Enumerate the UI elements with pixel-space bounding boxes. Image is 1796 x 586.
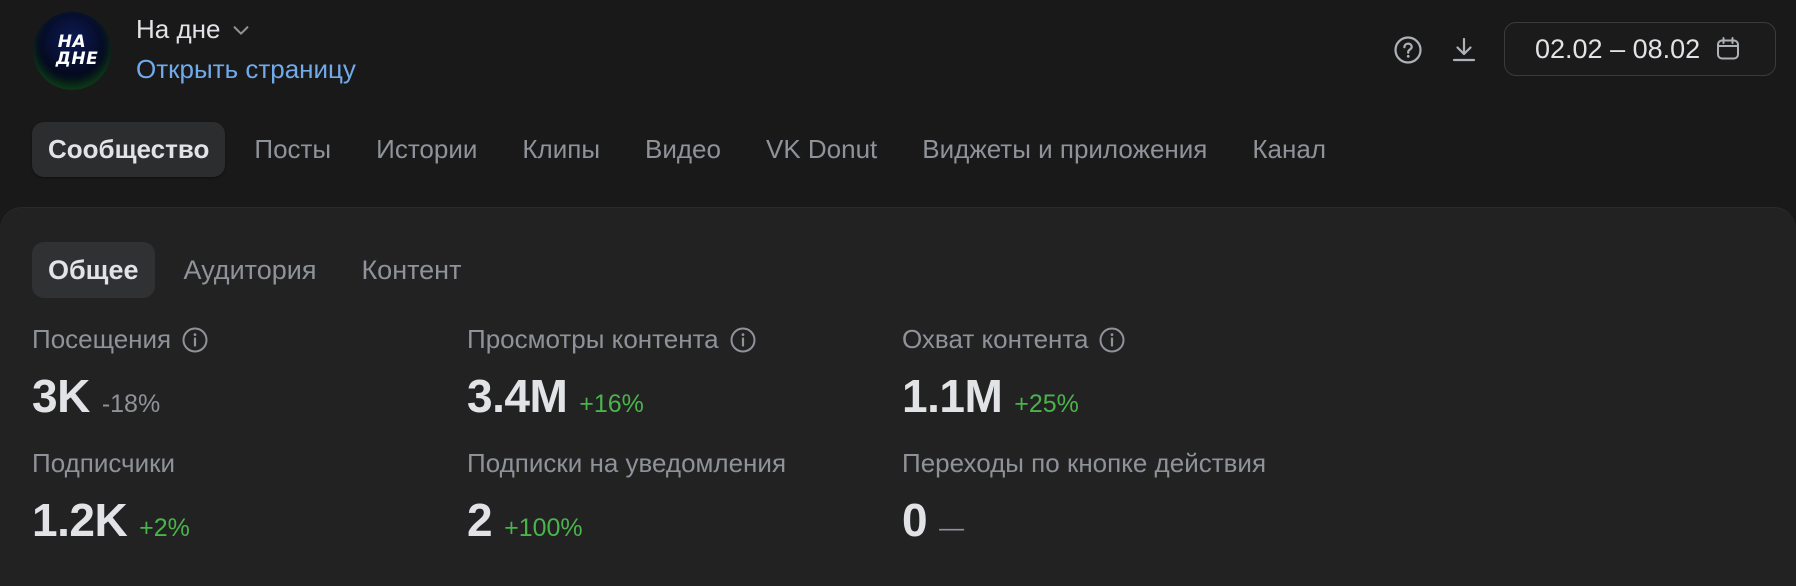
metric-content-reach: Охват контента 1.1M +25% [902, 324, 1126, 423]
stats-subtabs: Общее Аудитория Контент [32, 242, 490, 298]
metric-notification-subscriptions: Подписки на уведомления 2 +100% [467, 448, 786, 547]
metric-delta: +25% [1014, 390, 1079, 418]
avatar-text-line2: ДНЕ [55, 49, 99, 69]
metric-content-views: Просмотры контента 3.4M +16% [467, 324, 757, 423]
metric-label: Подписчики [32, 448, 176, 478]
info-icon[interactable] [181, 326, 209, 354]
metric-action-button-clicks: Переходы по кнопке действия 0 — [902, 448, 1266, 547]
chevron-down-icon [234, 25, 249, 35]
metric-value: 1.2K [32, 494, 128, 546]
metric-value: 0 [902, 494, 928, 546]
section-tabs: Сообщество Посты Истории Клипы Видео VK … [32, 122, 1355, 177]
metric-value: 3K [32, 370, 90, 422]
tab-channel[interactable]: Канал [1236, 122, 1342, 177]
help-button[interactable] [1390, 32, 1426, 68]
help-circle-icon [1394, 36, 1422, 64]
stats-page: НА ДНЕ На дне Открыть страницу 02.02 – 0… [0, 0, 1796, 586]
metric-label: Посещения [32, 324, 172, 354]
group-switcher[interactable]: На дне [136, 14, 252, 45]
metric-delta: +16% [579, 390, 644, 418]
tab-clips[interactable]: Клипы [506, 122, 616, 177]
metric-value: 3.4M [467, 370, 568, 422]
info-icon[interactable] [729, 326, 757, 354]
open-page-link[interactable]: Открыть страницу [136, 54, 356, 85]
info-icon[interactable] [1098, 326, 1126, 354]
tab-vk-donut[interactable]: VK Donut [750, 122, 893, 177]
metric-subscribers: Подписчики 1.2K +2% [32, 448, 190, 547]
group-name: На дне [136, 14, 221, 44]
tab-community[interactable]: Сообщество [32, 122, 226, 177]
subtab-content[interactable]: Контент [345, 242, 477, 298]
download-button[interactable] [1446, 32, 1482, 68]
stats-card: Общее Аудитория Контент Посещения 3K -18… [0, 208, 1796, 586]
metric-value: 1.1M [902, 370, 1003, 422]
metric-label: Переходы по кнопке действия [902, 448, 1267, 478]
metric-label: Охват контента [902, 324, 1089, 354]
metric-value: 2 [467, 494, 493, 546]
calendar-icon [1717, 37, 1740, 60]
subtab-audience[interactable]: Аудитория [168, 242, 333, 298]
metric-delta: +100% [504, 514, 583, 542]
subtab-general[interactable]: Общее [32, 242, 155, 298]
tab-posts[interactable]: Посты [238, 122, 347, 177]
header: НА ДНЕ На дне Открыть страницу 02.02 – 0… [0, 0, 1796, 110]
group-avatar[interactable]: НА ДНЕ [33, 12, 111, 90]
metric-delta: +2% [139, 514, 190, 542]
tab-widgets-apps[interactable]: Виджеты и приложения [906, 122, 1223, 177]
tab-stories[interactable]: Истории [360, 122, 493, 177]
metric-delta: -18% [101, 390, 161, 418]
metric-visits: Посещения 3K -18% [32, 324, 209, 423]
metric-label: Просмотры контента [467, 324, 719, 354]
date-range-picker[interactable]: 02.02 – 08.02 [1504, 22, 1776, 76]
download-icon [1452, 37, 1476, 62]
tab-video[interactable]: Видео [629, 122, 737, 177]
metric-delta: — [939, 514, 965, 542]
metric-label: Подписки на уведомления [467, 448, 787, 478]
date-range-text: 02.02 – 08.02 [1535, 33, 1701, 64]
